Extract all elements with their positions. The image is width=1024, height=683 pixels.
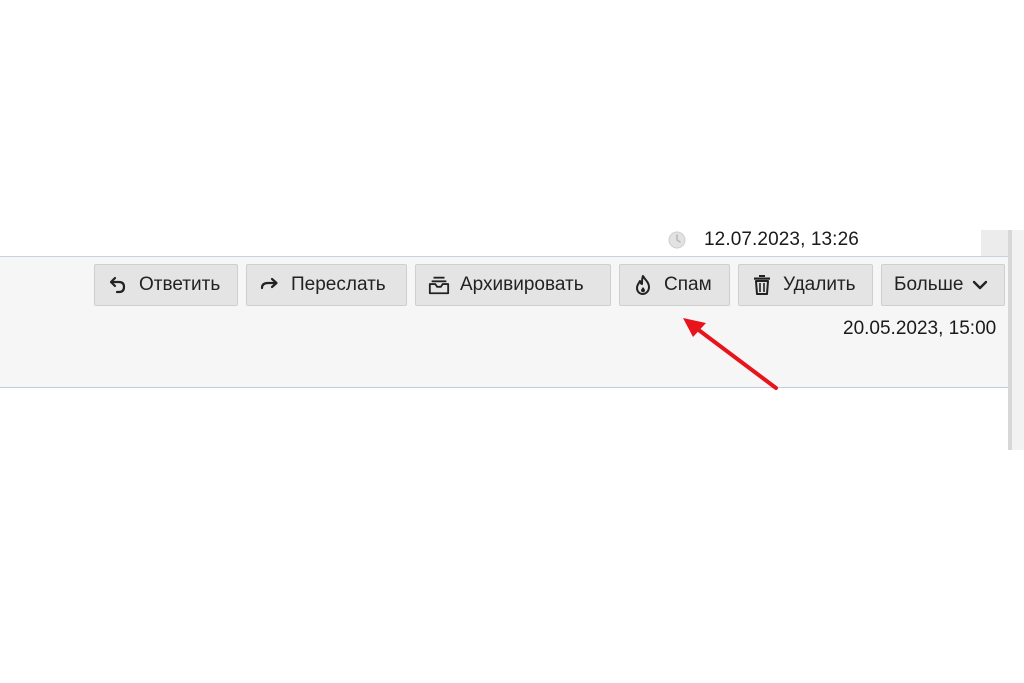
archive-button[interactable]: Архивировать <box>415 264 611 306</box>
message-date: 12.07.2023, 13:26 <box>704 229 859 250</box>
forward-label: Переслать <box>291 274 386 295</box>
archive-label: Архивировать <box>460 274 584 295</box>
chevron-down-icon <box>969 274 991 296</box>
delete-label: Удалить <box>783 274 856 295</box>
flame-icon <box>632 274 654 296</box>
archive-icon <box>428 274 450 296</box>
reply-icon <box>107 274 129 296</box>
reply-button[interactable]: Ответить <box>94 264 238 306</box>
forward-icon <box>259 274 281 296</box>
more-label: Больше <box>894 274 964 295</box>
more-button[interactable]: Больше <box>881 264 1005 306</box>
header-date: 20.05.2023, 15:00 <box>843 318 997 339</box>
spam-button[interactable]: Спам <box>619 264 730 306</box>
delete-button[interactable]: Удалить <box>738 264 873 306</box>
spam-label: Спам <box>664 274 712 295</box>
forward-button[interactable]: Переслать <box>246 264 407 306</box>
message-row[interactable]: 12.07.2023, 13:26 <box>0 226 1024 256</box>
reply-label: Ответить <box>139 274 221 295</box>
trash-icon <box>751 274 773 296</box>
mail-view: 12.07.2023, 13:26 Ответить Переслать Арх… <box>0 0 1024 683</box>
vertical-scrollbar[interactable] <box>1012 230 1024 450</box>
clock-icon <box>667 230 687 250</box>
